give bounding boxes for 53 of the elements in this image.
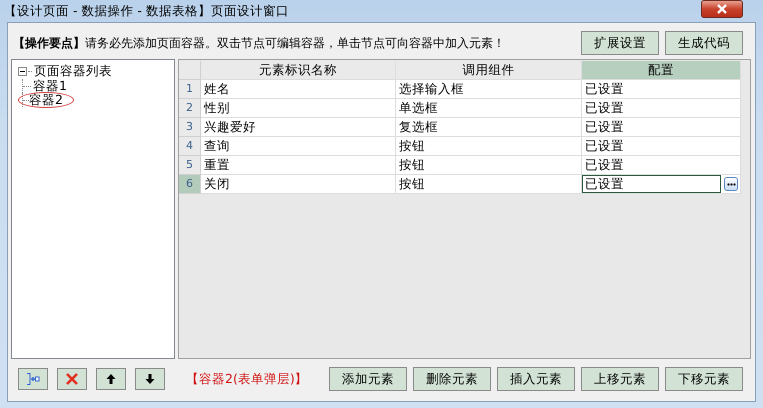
- delete-button[interactable]: [57, 368, 87, 390]
- close-button[interactable]: [701, 0, 743, 18]
- row-number: 5: [179, 156, 201, 175]
- table-cell: 按钮: [396, 156, 582, 175]
- table-cell: 已设置: [582, 118, 741, 137]
- close-icon: [716, 4, 728, 14]
- tree-item[interactable]: 容器1: [32, 79, 68, 93]
- row-number: 4: [179, 137, 201, 156]
- table-cell: 复选框: [396, 118, 582, 137]
- bracket-plus-icon: [26, 372, 40, 386]
- column-header[interactable]: 元素标识名称: [201, 61, 396, 80]
- column-header[interactable]: 配置: [582, 61, 741, 80]
- ellipsis-icon: [726, 182, 736, 186]
- table-cell: 按钮: [396, 175, 582, 194]
- table-cell: 已设置: [582, 99, 741, 118]
- cross-icon: [65, 372, 79, 386]
- table-cell: 重置: [201, 156, 396, 175]
- table-cell: 兴趣爱好: [201, 118, 396, 137]
- toolbar-button[interactable]: 生成代码: [665, 31, 743, 55]
- move-down-button[interactable]: [135, 368, 165, 390]
- element-button[interactable]: 删除元素: [413, 367, 491, 391]
- table-cell: 关闭: [201, 175, 396, 194]
- table-cell: 已设置: [582, 156, 741, 175]
- column-header[interactable]: 调用组件: [396, 61, 582, 80]
- row-number: 1: [179, 80, 201, 99]
- hint-text: 【操作要点】请务必先添加页面容器。双击节点可编辑容器，单击节点可向容器中加入元素！: [12, 34, 505, 52]
- element-button[interactable]: 下移元素: [665, 367, 743, 391]
- table-cell: 单选框: [396, 99, 582, 118]
- collapse-icon[interactable]: [18, 66, 27, 76]
- up-arrow-icon: [106, 373, 116, 385]
- table-cell: 姓名: [201, 80, 396, 99]
- row-number: 3: [179, 118, 201, 137]
- table-cell: 查询: [201, 137, 396, 156]
- row-number: 2: [179, 99, 201, 118]
- window-title: 【设计页面 - 数据操作 - 数据表格】页面设计窗口: [4, 2, 289, 20]
- table-cell: 选择输入框: [396, 80, 582, 99]
- element-button[interactable]: 插入元素: [497, 367, 575, 391]
- table-cell: 已设置: [582, 137, 741, 156]
- toolbar-button[interactable]: 扩展设置: [581, 31, 659, 55]
- tree-item[interactable]: 容器2: [18, 92, 74, 108]
- add-node-button[interactable]: [18, 368, 48, 390]
- move-up-button[interactable]: [96, 368, 126, 390]
- table-cell: 按钮: [396, 137, 582, 156]
- table-cell: 已设置: [582, 80, 741, 99]
- current-container-label: 【容器2(表单弹层)】: [186, 370, 308, 388]
- tree-item[interactable]: 页面容器列表: [33, 64, 113, 78]
- element-button[interactable]: 上移元素: [581, 367, 659, 391]
- down-arrow-icon: [145, 373, 155, 385]
- more-button[interactable]: [724, 177, 738, 191]
- element-button[interactable]: 添加元素: [329, 367, 407, 391]
- table-cell: 性别: [201, 99, 396, 118]
- cell-editor[interactable]: 已设置: [582, 175, 721, 193]
- row-number: 6: [179, 175, 201, 194]
